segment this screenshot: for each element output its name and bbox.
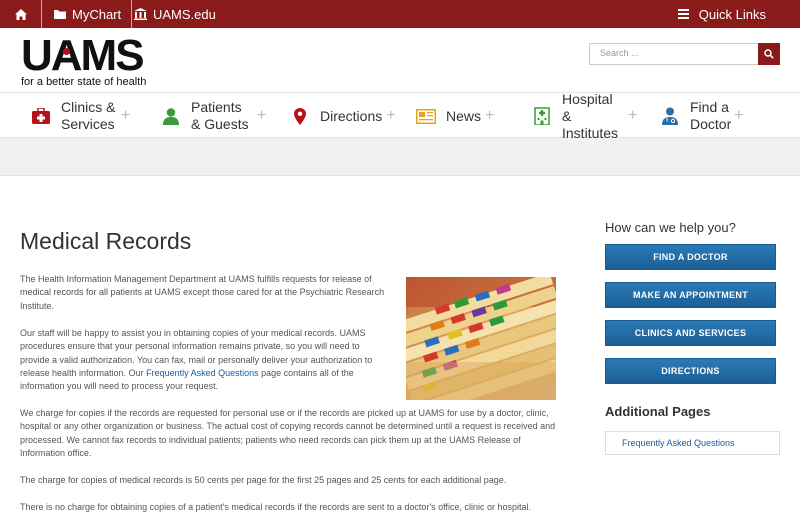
faq-sidebar-link[interactable]: Frequently Asked Questions [605,431,780,455]
quick-links-label: Quick Links [698,6,766,22]
home-link[interactable] [0,0,42,28]
plus-icon: + [257,107,267,124]
help-heading: How can we help you? [605,220,736,235]
paragraph-no-charge: There is no charge for obtaining copies … [20,502,532,512]
nav-label: Find a Doctor [690,99,732,132]
uams-edu-label: UAMS.edu [153,6,216,22]
newspaper-icon [416,106,436,126]
paragraph-authorization: Our staff will be happy to assist you in… [20,327,388,393]
search-button[interactable] [758,43,780,65]
nav-hospital-institutes[interactable]: Hospital & Institutes + [532,90,638,141]
institution-icon [134,8,147,20]
plus-icon: + [628,107,638,124]
mychart-label: MyChart [72,6,122,22]
plus-icon: + [734,107,744,124]
mychart-link[interactable]: MyChart [42,0,133,28]
uams-edu-link[interactable]: UAMS.edu [124,0,226,28]
paragraph-intro: The Health Information Management Depart… [20,274,385,311]
first-aid-icon [31,106,51,126]
top-bar: MyChart UAMS.edu Quick Links [0,0,800,28]
nav-patients-guests[interactable]: Patients & Guests + [161,93,266,139]
nav-label: Hospital & Institutes [562,90,619,141]
nav-find-a-doctor[interactable]: Find a Doctor + [660,93,743,139]
nav-clinics-services[interactable]: Clinics & Services + [31,93,130,139]
nav-news[interactable]: News + [416,93,494,139]
plus-icon: + [121,107,131,124]
logo-dot [63,48,70,55]
uams-logo[interactable]: UAMS for a better state of health [21,31,156,89]
faq-inline-link[interactable]: Frequently Asked Questions [146,368,259,378]
nav-label: News [446,107,482,124]
nav-label: Clinics & Services [61,99,116,132]
logo-wordmark: UAMS [21,31,145,80]
paragraph-copy-cost: The charge for copies of medical records… [20,475,507,485]
person-icon [161,106,181,126]
hospital-icon [532,106,552,126]
medical-records-photo [406,277,556,400]
plus-icon: + [386,107,396,124]
page-title: Medical Records [20,228,192,254]
quick-links-button[interactable]: Quick Links [677,0,766,28]
plus-icon: + [485,107,495,124]
search-icon [764,49,774,59]
search-input[interactable]: Search ... [589,43,759,65]
home-icon [14,8,27,20]
paragraph-charges: We charge for copies if the records are … [20,408,556,458]
nav-label: Patients & Guests [191,99,249,132]
main-nav: Clinics & Services + Patients & Guests +… [0,90,800,141]
additional-pages-heading: Additional Pages [605,404,711,419]
menu-icon [677,9,689,19]
folder-icon [54,10,66,19]
nav-directions[interactable]: Directions + [290,93,396,139]
nav-label: Directions [320,107,383,124]
map-pin-icon [290,106,310,126]
directions-button[interactable]: DIRECTIONS [605,358,776,384]
doctor-icon [660,106,680,126]
make-appointment-button[interactable]: MAKE AN APPOINTMENT [605,282,776,308]
find-a-doctor-button[interactable]: FIND A DOCTOR [605,244,776,270]
clinics-services-button[interactable]: CLINICS AND SERVICES [605,320,776,346]
breadcrumb-band [0,138,800,176]
